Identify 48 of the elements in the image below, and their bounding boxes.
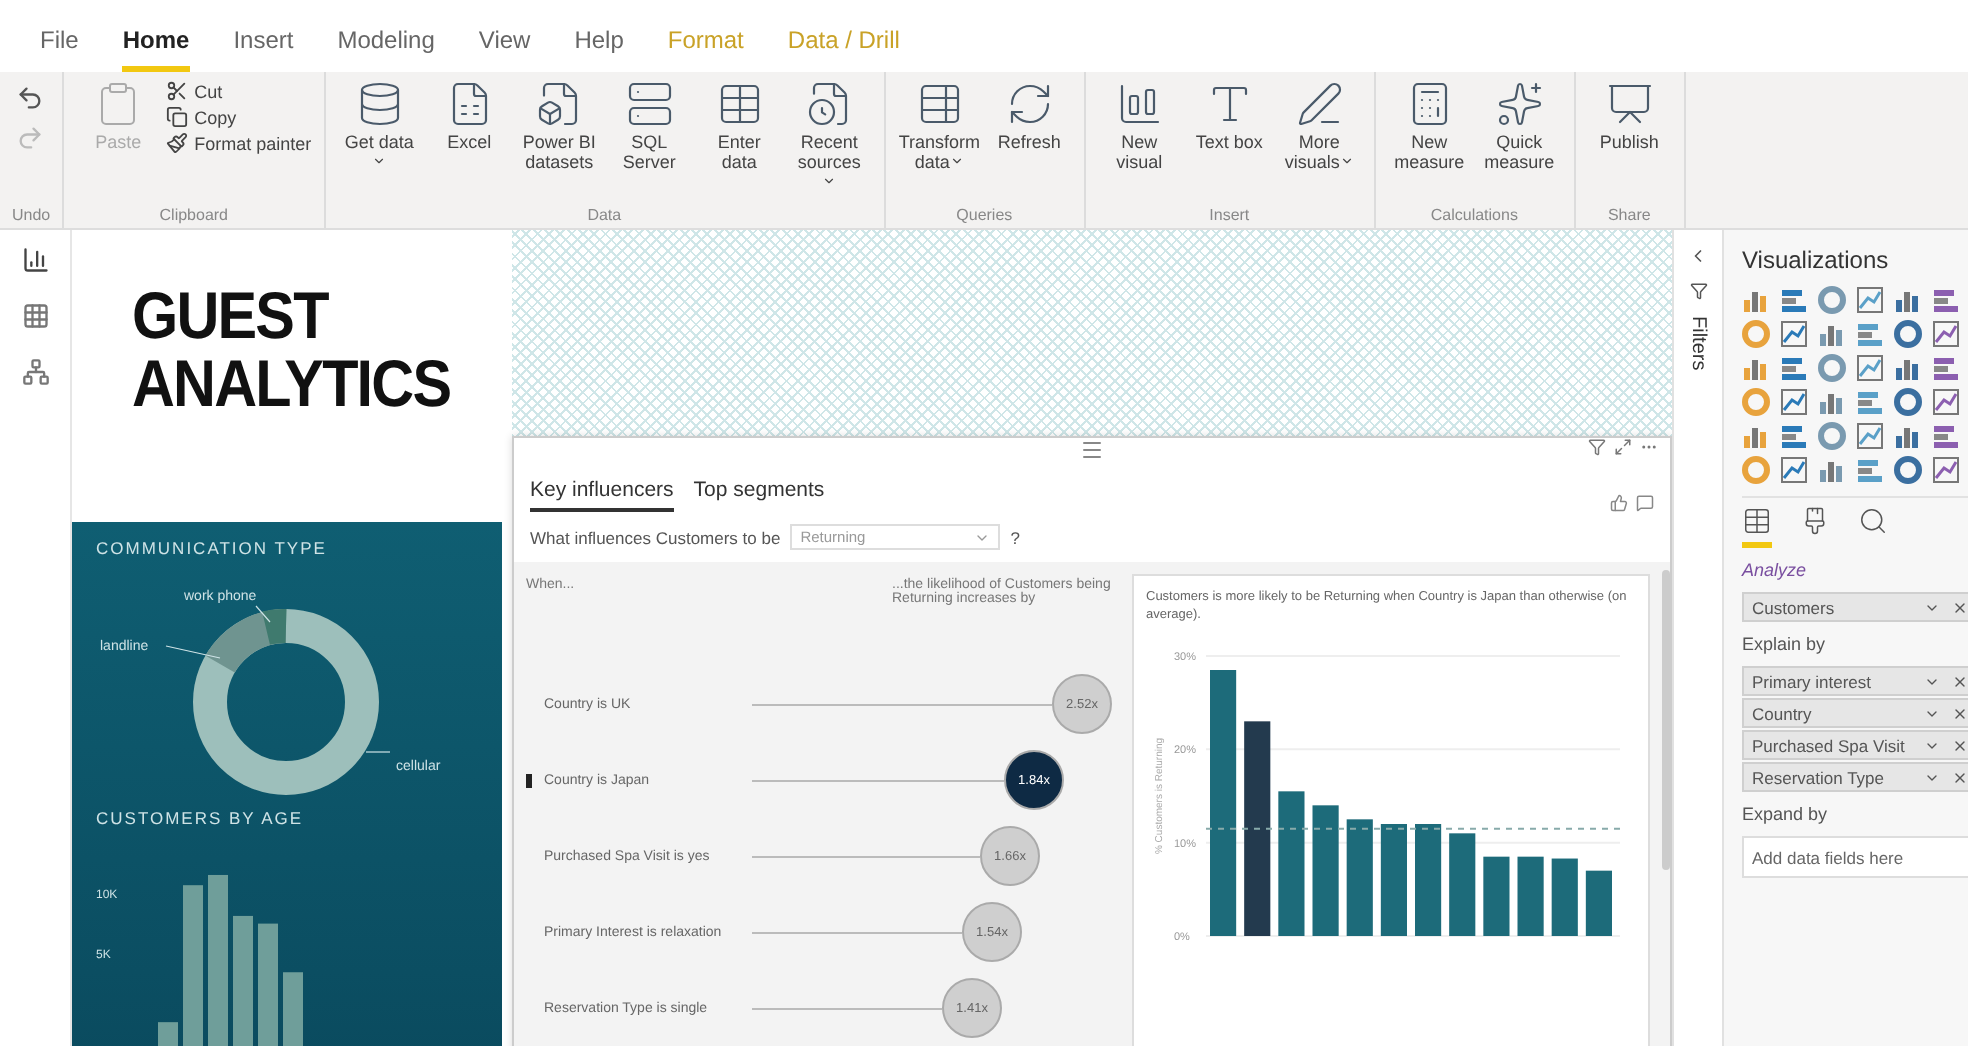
ribbon-button[interactable]: Enter data [697, 80, 782, 172]
ribbon-button[interactable]: New visual [1097, 80, 1182, 172]
pane-title: Visualizations [1742, 246, 1891, 274]
group-label: Undo [12, 206, 51, 224]
ribbon-tab[interactable]: Modeling [337, 26, 435, 72]
ribbon-button[interactable]: Text box [1187, 80, 1272, 152]
filters-pane-label[interactable]: Filters [1687, 316, 1709, 371]
group-label: Queries [954, 206, 1015, 224]
field-drop-input[interactable]: Add data fields here [1742, 836, 1968, 878]
ribbon-button[interactable]: Transform data [897, 80, 982, 172]
ribbon-button[interactable]: More visuals [1277, 80, 1362, 172]
visual-tab[interactable]: Key influencers [530, 478, 674, 512]
ribbon-button[interactable]: SQL Server [607, 80, 692, 172]
field-well[interactable]: Purchased Spa Visit [1742, 730, 1968, 760]
panel-title: CUSTOMERS BY AGE [96, 808, 306, 828]
ribbon-button[interactable]: New measure [1387, 80, 1472, 172]
field-well[interactable]: Country [1742, 698, 1968, 728]
ribbon-button[interactable]: Refresh [987, 80, 1072, 152]
ribbon-button[interactable]: Publish [1587, 80, 1672, 152]
ribbon-button[interactable]: Cut [166, 80, 312, 102]
report-title: GUEST [132, 282, 331, 350]
field-well[interactable]: Reservation Type [1742, 762, 1968, 792]
ribbon-tab[interactable]: View [478, 26, 531, 72]
ribbon-tab[interactable]: Help [574, 26, 624, 72]
ribbon-tab[interactable]: Insert [233, 26, 294, 72]
section-label: Expand by [1742, 804, 1830, 824]
section-label: Explain by [1742, 634, 1828, 654]
ribbon-button[interactable]: Copy [166, 106, 312, 128]
ribbon-button[interactable]: Power BI datasets [517, 80, 602, 172]
ribbon-tab[interactable]: File [40, 26, 79, 72]
help-mark[interactable]: ? [1010, 527, 1020, 547]
panel-title: COMMUNICATION TYPE [96, 538, 329, 558]
field-well[interactable]: Customers [1742, 592, 1968, 622]
question-label: What influences Customers to be [530, 527, 781, 547]
ribbon-button[interactable]: Quick measure [1477, 80, 1562, 172]
group-label: Insert [1207, 206, 1252, 224]
ribbon-button[interactable]: Recent sources [787, 80, 872, 192]
group-label: Clipboard [157, 206, 231, 224]
ribbon-button[interactable]: Excel [427, 80, 512, 152]
visual-tab[interactable]: Top segments [693, 478, 825, 512]
group-label: Calculations [1428, 206, 1520, 224]
group-label: Data [585, 206, 624, 224]
section-label: Analyze [1742, 560, 1809, 580]
report-title: ANALYTICS [132, 350, 453, 418]
group-label: Share [1605, 206, 1653, 224]
ribbon-button[interactable]: Format painter [166, 132, 312, 154]
ribbon-button[interactable]: Get data [337, 80, 422, 172]
field-well[interactable]: Primary interest [1742, 666, 1968, 696]
